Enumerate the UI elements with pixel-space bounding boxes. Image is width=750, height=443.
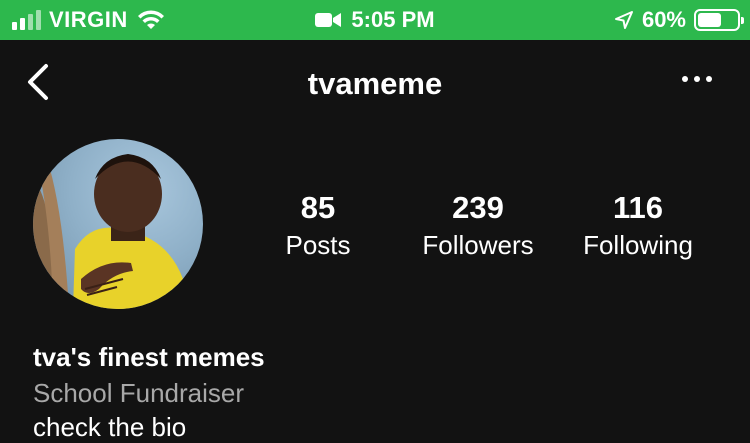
following-count: 116	[612, 190, 663, 225]
bio-text: check the bio	[33, 412, 187, 442]
followers-stat[interactable]: 239 Followers	[398, 190, 558, 264]
avatar-image	[33, 154, 193, 309]
posts-label: Posts	[285, 230, 351, 260]
location-arrow-icon	[614, 11, 633, 29]
battery-icon	[694, 9, 744, 31]
status-bar: VIRGIN 5:05 PM 60%	[0, 0, 750, 40]
profile-header: tvameme	[0, 40, 750, 126]
posts-count: 85	[300, 190, 336, 225]
posts-stat[interactable]: 85 Posts	[238, 190, 398, 264]
bio-category: School Fundraiser	[33, 378, 244, 408]
more-dots-icon[interactable]	[682, 76, 712, 82]
profile-username: tvameme	[307, 66, 443, 101]
status-time: 5:05 PM	[351, 7, 435, 32]
following-stat[interactable]: 116 Following	[558, 190, 718, 264]
battery-percent: 60%	[641, 7, 686, 32]
battery-fill	[698, 13, 721, 27]
following-label: Following	[583, 230, 693, 260]
followers-count: 239	[452, 190, 504, 225]
status-right: 60%	[614, 0, 744, 40]
facetime-camera-icon	[315, 13, 342, 27]
profile-avatar[interactable]	[33, 139, 203, 309]
followers-label: Followers	[422, 230, 534, 260]
bio-display-name: tva's finest memes	[33, 342, 265, 372]
